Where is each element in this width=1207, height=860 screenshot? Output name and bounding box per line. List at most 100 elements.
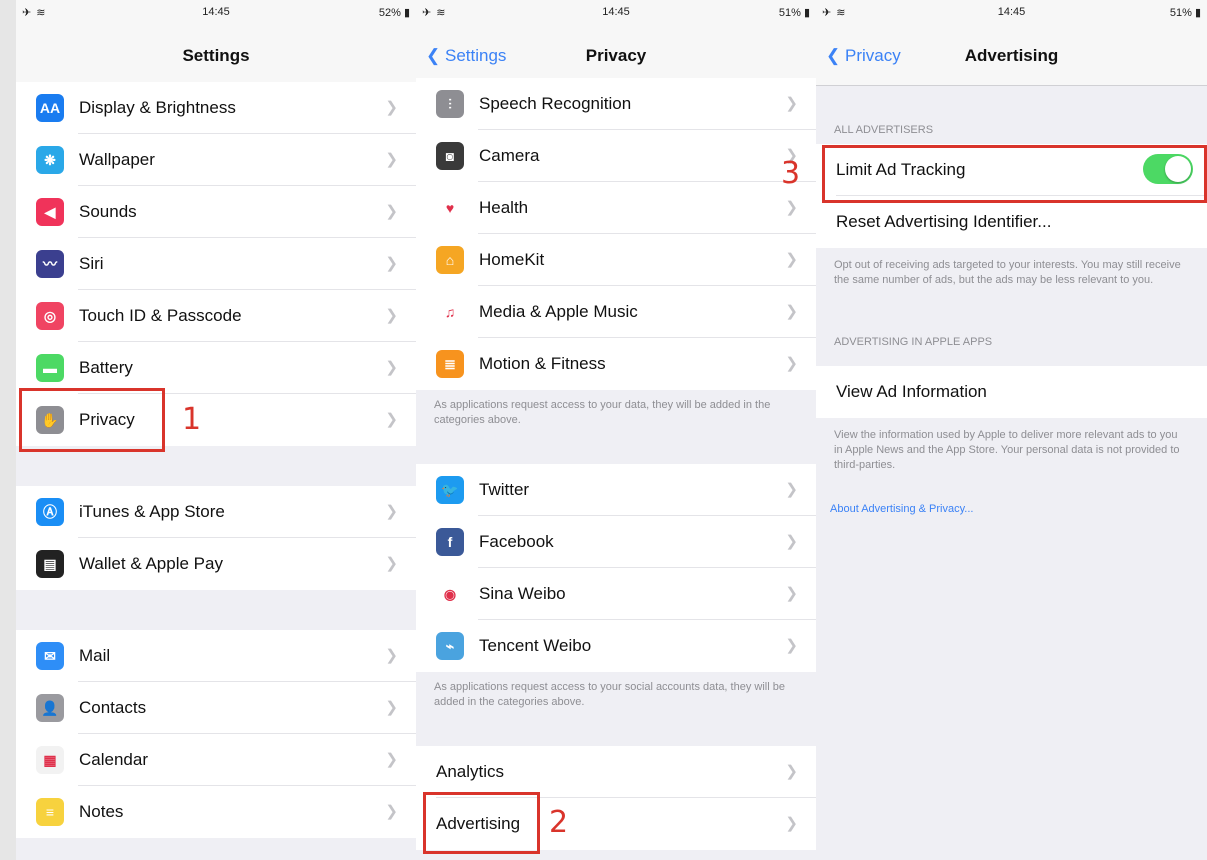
status-time: 14:45 <box>202 6 230 18</box>
settings-item-itunes-and-app-store[interactable]: ⒶiTunes & App Store ❯ <box>16 486 416 538</box>
step-3-label: 3 <box>781 156 801 191</box>
chevron-right-icon: ❯ <box>785 199 798 216</box>
battery-icon: ▮ <box>403 7 410 19</box>
reset-advertising-identifier-link[interactable]: Reset Advertising Identifier... <box>836 212 1051 232</box>
settings-item-tencent-weibo[interactable]: ⌁ Tencent Weibo ❯ <box>416 620 816 672</box>
facebook-icon: f <box>436 528 464 556</box>
chevron-right-icon: ❯ <box>385 647 398 664</box>
status-battery: 51% <box>1169 7 1192 19</box>
item-label: Motion & Fitness <box>479 354 606 373</box>
view-ad-information-link[interactable]: View Ad Information <box>836 382 987 402</box>
camera-icon: ◙ <box>436 142 464 170</box>
chevron-right-icon: ❯ <box>385 555 398 572</box>
section-footer: As applications request access to your s… <box>416 672 816 746</box>
item-label: Health <box>479 198 529 217</box>
settings-item-sina-weibo[interactable]: ◉ Sina Weibo ❯ <box>416 568 816 620</box>
settings-item-calendar[interactable]: ▦ Calendar ❯ <box>16 734 416 786</box>
item-label: Facebook <box>479 532 554 551</box>
item-label: Touch ID & Passcode <box>79 306 242 325</box>
page-title: Privacy <box>585 46 647 65</box>
settings-item-mail[interactable]: ✉ Mail ❯ <box>16 630 416 682</box>
status-bar: ✈ ≋ 14:45 51% ▮ <box>816 0 1207 28</box>
step-2-label: 2 <box>549 805 569 840</box>
chevron-right-icon: ❯ <box>785 481 798 498</box>
tencent-weibo-icon: ⌁ <box>436 632 464 660</box>
twitter-icon: 🐦 <box>436 476 464 504</box>
chevron-right-icon: ❯ <box>785 533 798 550</box>
chevron-right-icon: ❯ <box>385 359 398 376</box>
settings-item-touch-id-and-passcode[interactable]: ◎ Touch ID & Passcode ❯ <box>16 290 416 342</box>
settings-item-speech-recognition[interactable]: ⫶ Speech Recognition ❯ <box>416 78 816 130</box>
app-store-icon: Ⓐ <box>36 498 64 526</box>
motion-fitness-icon: ≣ <box>436 350 464 378</box>
settings-item-sounds[interactable]: ◀ Sounds ❯ <box>16 186 416 238</box>
view-ad-information-row[interactable]: View Ad Information <box>816 366 1207 418</box>
settings-item-wallpaper[interactable]: ❋ Wallpaper ❯ <box>16 134 416 186</box>
display-brightness-icon: AA <box>36 94 64 122</box>
music-note-icon: ♫ <box>436 298 464 326</box>
status-time: 14:45 <box>602 6 630 18</box>
settings-item-motion-and-fitness[interactable]: ≣ Motion & Fitness ❯ <box>416 338 816 390</box>
section-header: Advertising in Apple Apps <box>816 336 1207 366</box>
settings-item-camera[interactable]: ◙ Camera ❯ <box>416 130 816 182</box>
settings-item-siri[interactable]: 〰 Siri ❯ <box>16 238 416 290</box>
item-label: HomeKit <box>479 250 545 269</box>
speech-recognition-icon: ⫶ <box>436 90 464 118</box>
chevron-right-icon: ❯ <box>785 303 798 320</box>
notes-icon: ≡ <box>36 798 64 826</box>
nav-bar: Settings <box>16 28 416 86</box>
chevron-right-icon: ❯ <box>385 411 398 428</box>
status-battery: 52% <box>378 7 401 19</box>
settings-item-notes[interactable]: ≡ Notes ❯ <box>16 786 416 838</box>
settings-item-display-and-brightness[interactable]: AA Display & Brightness ❯ <box>16 82 416 134</box>
item-label: Camera <box>479 146 540 165</box>
status-time: 14:45 <box>997 6 1026 18</box>
reset-advertising-identifier-row[interactable]: Reset Advertising Identifier... <box>816 196 1207 248</box>
about-advertising-privacy-link[interactable]: About Advertising & Privacy... <box>816 502 1207 532</box>
item-label: Mail <box>79 646 111 665</box>
settings-item-homekit[interactable]: ⌂ HomeKit ❯ <box>416 234 816 286</box>
item-label: Tencent Weibo <box>479 636 592 655</box>
item-label: Wallpaper <box>79 150 155 169</box>
battery-icon: ▬ <box>36 354 64 382</box>
wallpaper-icon: ❋ <box>36 146 64 174</box>
status-bar: ✈ ≋ 14:45 51% ▮ <box>416 0 816 28</box>
section-footer: As applications request access to your d… <box>416 390 816 464</box>
settings-item-health[interactable]: ♥ Health ❯ <box>416 182 816 234</box>
page-title: Advertising <box>964 46 1059 65</box>
page-title: Settings <box>182 46 250 65</box>
item-label: Battery <box>79 358 133 377</box>
chevron-right-icon: ❯ <box>385 503 398 520</box>
heart-icon: ♥ <box>436 194 464 222</box>
settings-item-twitter[interactable]: 🐦 Twitter ❯ <box>416 464 816 516</box>
item-label: Contacts <box>79 698 147 717</box>
settings-item-media-and-apple-music[interactable]: ♫ Media & Apple Music ❯ <box>416 286 816 338</box>
item-label: Twitter <box>479 480 530 499</box>
settings-item-facebook[interactable]: f Facebook ❯ <box>416 516 816 568</box>
privacy-panel: ✈ ≋ 14:45 51% ▮ ❮ Settings Privacy ⫶ Spee… <box>416 0 816 860</box>
chevron-right-icon: ❯ <box>385 803 398 820</box>
chevron-right-icon: ❯ <box>385 699 398 716</box>
step-1-label: 1 <box>182 402 202 437</box>
sina-weibo-icon: ◉ <box>436 580 464 608</box>
settings-item-analytics[interactable]: Analytics ❯ <box>416 746 816 798</box>
chevron-right-icon: ❯ <box>385 307 398 324</box>
home-icon: ⌂ <box>436 246 464 274</box>
item-label: Display & Brightness <box>79 98 236 117</box>
fingerprint-icon: ◎ <box>36 302 64 330</box>
settings-item-battery[interactable]: ▬ Battery ❯ <box>16 342 416 394</box>
section-header: All Advertisers <box>816 86 1207 144</box>
limit-ad-tracking-footer: Opt out of receiving ads targeted to you… <box>816 248 1207 336</box>
item-label: Media & Apple Music <box>479 302 638 321</box>
item-label: Sounds <box>79 202 137 221</box>
item-label: Siri <box>79 254 104 273</box>
status-bar: ✈ ≋ 14:45 52% ▮ <box>16 0 416 28</box>
chevron-right-icon: ❯ <box>385 203 398 220</box>
limit-ad-tracking-highlight-box <box>822 145 1207 203</box>
item-label: Analytics <box>436 762 505 781</box>
sounds-icon: ◀ <box>36 198 64 226</box>
chevron-right-icon: ❯ <box>785 637 798 654</box>
chevron-right-icon: ❯ <box>785 355 798 372</box>
settings-item-wallet-and-apple-pay[interactable]: ▤ Wallet & Apple Pay ❯ <box>16 538 416 590</box>
settings-item-contacts[interactable]: 👤 Contacts ❯ <box>16 682 416 734</box>
